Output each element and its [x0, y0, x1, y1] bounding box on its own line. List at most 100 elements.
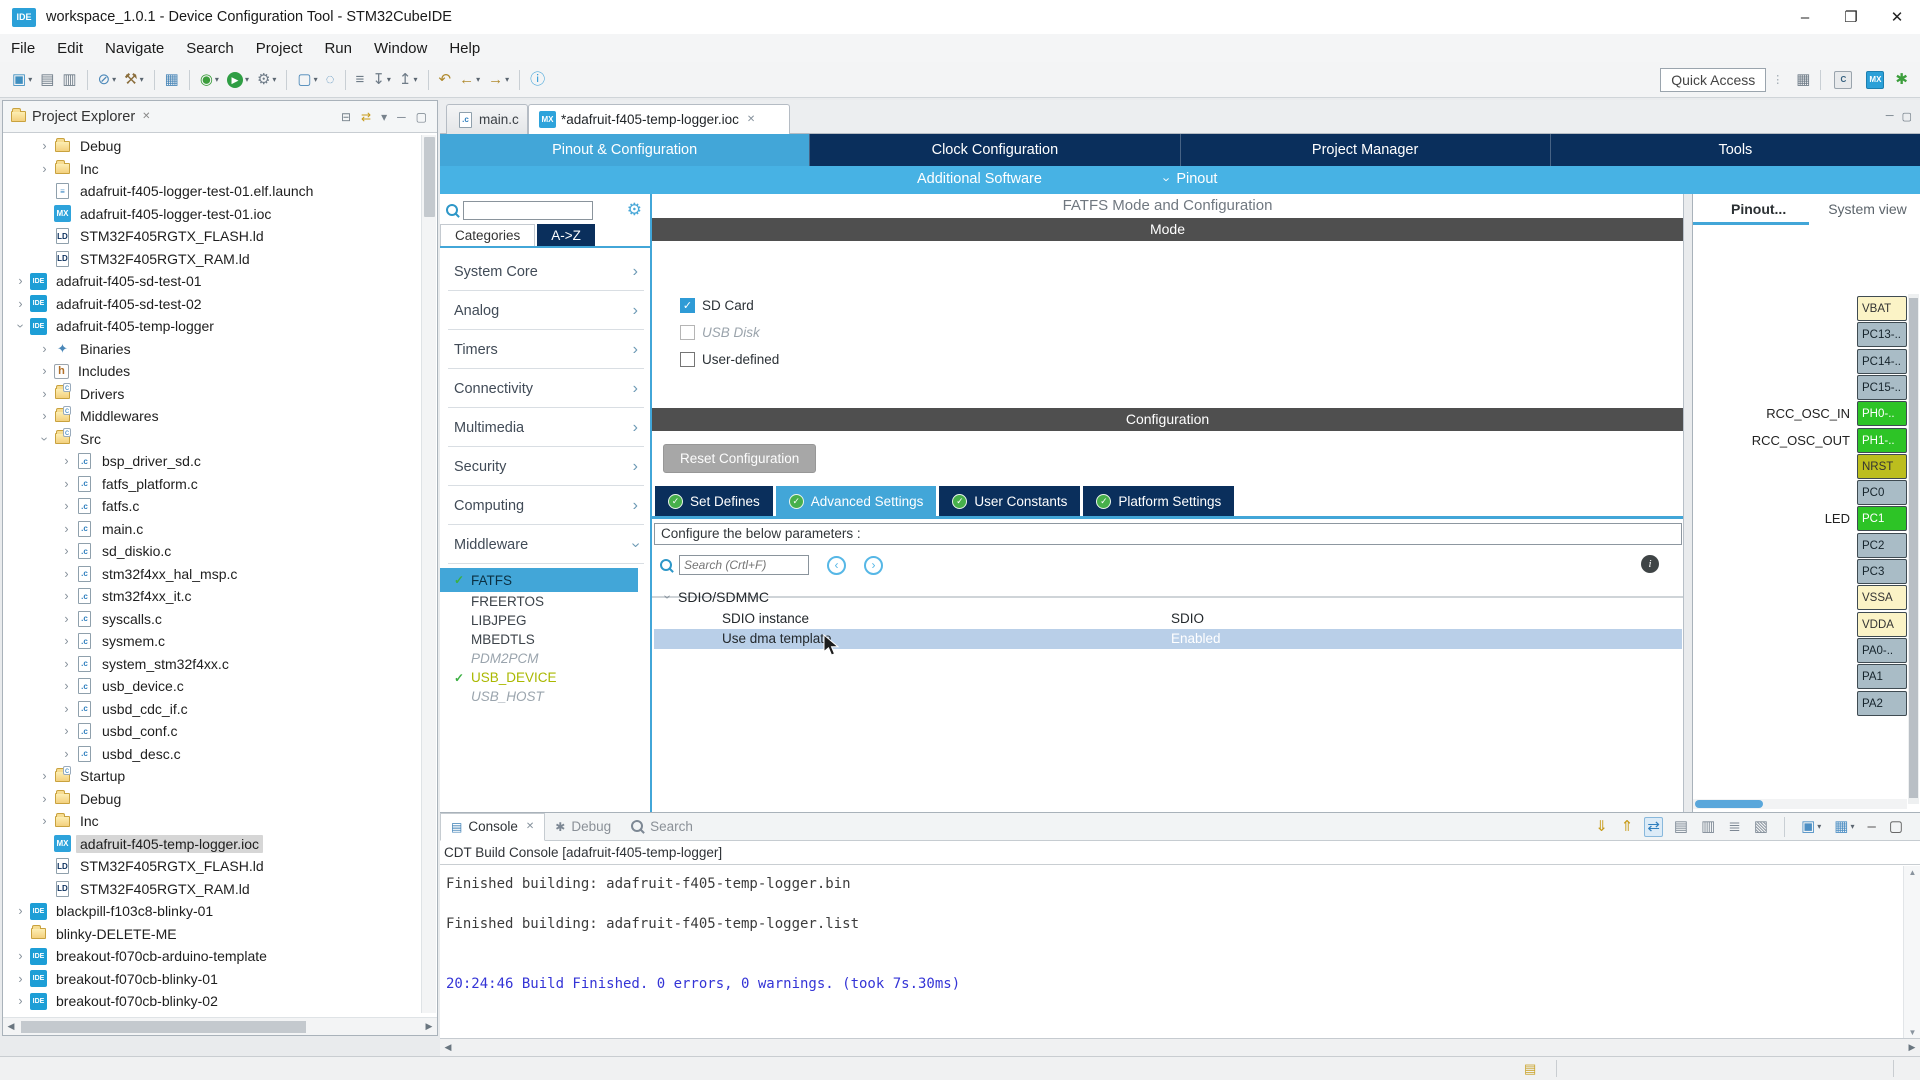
- pin-PH1[interactable]: PH1-..: [1857, 428, 1907, 453]
- tree-item[interactable]: ›IDEadafruit-f405-sd-test-01: [3, 270, 421, 293]
- tree-item[interactable]: ›IDEbreakout-f070cb-arduino-template: [3, 945, 421, 968]
- tree-item[interactable]: ›.csyscalls.c: [3, 608, 421, 631]
- pin-PA1[interactable]: PA1: [1857, 664, 1907, 689]
- expander-icon[interactable]: ›: [13, 274, 28, 288]
- tree-item[interactable]: ≡adafruit-f405-logger-test-01.elf.launch: [3, 180, 421, 203]
- tree-item[interactable]: ›IDEadafruit-f405-temp-logger: [3, 315, 421, 338]
- expander-icon[interactable]: ›: [59, 477, 74, 491]
- console-vertical-scrollbar[interactable]: ▲ ▼: [1903, 866, 1920, 1039]
- expander-icon[interactable]: ›: [59, 522, 74, 536]
- tree-item[interactable]: MXadafruit-f405-logger-test-01.ioc: [3, 203, 421, 226]
- console-output[interactable]: Finished building: adafruit-f405-temp-lo…: [440, 866, 1902, 1039]
- scroll-left-icon[interactable]: ◀: [440, 1042, 456, 1053]
- tab-pinout[interactable]: Pinout...: [1731, 201, 1786, 217]
- maximize-editor-icon[interactable]: ▢: [1902, 110, 1912, 123]
- tree-item[interactable]: ›.cusbd_cdc_if.c: [3, 698, 421, 721]
- config-tab-project-manager[interactable]: Project Manager: [1180, 134, 1550, 166]
- settings-tab-advanced-settings[interactable]: ✓Advanced Settings: [776, 486, 937, 516]
- save-all-icon[interactable]: ▥: [59, 70, 79, 90]
- show-console-stderr-icon[interactable]: ▥: [1699, 818, 1717, 836]
- checkbox[interactable]: [680, 325, 695, 340]
- tree-item[interactable]: ›.cstm32f4xx_hal_msp.c: [3, 563, 421, 586]
- middleware-libjpeg[interactable]: LIBJPEG: [440, 611, 652, 630]
- pin-PC13[interactable]: PC13-..: [1857, 322, 1907, 347]
- minimize-view-icon[interactable]: ─: [397, 110, 406, 124]
- expander-icon[interactable]: ›: [37, 409, 52, 423]
- toggle-mark-occurrences-icon[interactable]: ≡: [353, 70, 368, 90]
- menu-run[interactable]: Run: [313, 37, 363, 60]
- category-computing[interactable]: Computing›: [440, 486, 652, 525]
- open-perspective-icon[interactable]: ▦: [1793, 70, 1813, 90]
- mode-option-user-defined[interactable]: User-defined: [680, 352, 779, 367]
- previous-annotation-icon[interactable]: ↥▾: [396, 70, 421, 90]
- info-icon[interactable]: i: [1641, 555, 1659, 573]
- cpp-perspective-icon[interactable]: C: [1828, 69, 1858, 91]
- tree-item[interactable]: ›Startup: [3, 765, 421, 788]
- parameter-value[interactable]: Enabled: [1171, 631, 1221, 646]
- tree-item[interactable]: ›Debug: [3, 788, 421, 811]
- tab-system-view[interactable]: System view: [1828, 201, 1907, 217]
- search-toolbar-icon[interactable]: ◌: [323, 70, 338, 90]
- pin-PC0[interactable]: PC0: [1857, 480, 1907, 505]
- view-menu-icon[interactable]: ▾: [381, 110, 387, 124]
- forward-icon[interactable]: →▾: [485, 70, 512, 90]
- tree-item[interactable]: ›.cbsp_driver_sd.c: [3, 450, 421, 473]
- pin-PA2[interactable]: PA2: [1857, 691, 1907, 716]
- expander-icon[interactable]: ›: [37, 814, 52, 828]
- scrollbar-thumb[interactable]: [21, 1021, 306, 1033]
- tree-item[interactable]: ›.cusbd_desc.c: [3, 743, 421, 766]
- parameter-row[interactable]: SDIO instanceSDIO: [654, 609, 1682, 629]
- debug-perspective-icon[interactable]: ✱: [1892, 70, 1911, 90]
- expander-icon[interactable]: ›: [59, 454, 74, 468]
- parameter-row[interactable]: Use dma templateEnabled: [654, 629, 1682, 649]
- debug-icon[interactable]: ◉▾: [197, 70, 222, 90]
- tree-item[interactable]: ›IDEbreakout-f070cb-blinky-02: [3, 990, 421, 1013]
- tree-item[interactable]: ›IDEadafruit-f405-sd-test-02: [3, 293, 421, 316]
- expander-icon[interactable]: ›: [59, 747, 74, 761]
- info-toolbar-icon[interactable]: ⓘ: [527, 70, 548, 90]
- menu-project[interactable]: Project: [245, 37, 314, 60]
- config-tab-pinout-configuration[interactable]: Pinout & Configuration: [440, 134, 809, 166]
- console-tab-search[interactable]: Search: [621, 813, 703, 841]
- expander-icon[interactable]: ›: [59, 724, 74, 738]
- tree-item[interactable]: LDSTM32F405RGTX_FLASH.ld: [3, 855, 421, 878]
- link-with-editor-icon[interactable]: ⇄: [361, 110, 371, 124]
- expander-icon[interactable]: ›: [37, 162, 52, 176]
- gear-icon[interactable]: ⚙: [627, 200, 652, 220]
- expander-icon[interactable]: ›: [37, 387, 52, 401]
- category-middleware[interactable]: Middleware›: [440, 525, 652, 564]
- pin-PC2[interactable]: PC2: [1857, 533, 1907, 558]
- settings-tab-platform-settings[interactable]: ✓Platform Settings: [1083, 486, 1234, 516]
- middleware-fatfs[interactable]: ✓FATFS: [440, 568, 638, 592]
- external-tools-icon[interactable]: ⚙▾: [254, 70, 279, 90]
- scroll-lock-icon[interactable]: ⇓: [1593, 818, 1610, 836]
- pin-PC1[interactable]: PC1: [1857, 506, 1907, 531]
- pin-console-icon[interactable]: ⇄: [1644, 817, 1663, 837]
- quick-access-button[interactable]: Quick Access: [1660, 68, 1766, 92]
- open-console-icon[interactable]: ▦▾: [1832, 818, 1856, 836]
- maximize-console-icon[interactable]: ▢: [1887, 818, 1905, 836]
- components-tab-categories[interactable]: Categories: [440, 224, 535, 246]
- middleware-usb_host[interactable]: USB_HOST: [440, 687, 652, 706]
- tree-item[interactable]: ›IDEbreakout-f070cb-blinky-01: [3, 968, 421, 991]
- tree-item[interactable]: ›Middlewares: [3, 405, 421, 428]
- expander-icon[interactable]: ›: [37, 139, 52, 153]
- close-tab-icon[interactable]: ✕: [747, 114, 755, 125]
- expander-icon[interactable]: ›: [38, 431, 52, 446]
- category-security[interactable]: Security›: [440, 447, 652, 486]
- panel-sash[interactable]: [1685, 194, 1692, 812]
- expander-icon[interactable]: ›: [59, 634, 74, 648]
- category-analog[interactable]: Analog›: [440, 291, 652, 330]
- pinout-horizontal-scrollbar[interactable]: [1693, 799, 1907, 809]
- scroll-right-icon[interactable]: ▶: [1904, 1042, 1920, 1053]
- expander-icon[interactable]: ›: [13, 904, 28, 918]
- skip-breakpoints-icon[interactable]: ⊘▾: [95, 70, 120, 90]
- editor-tab[interactable]: MX*adafruit-f405-temp-logger.ioc✕: [528, 104, 790, 134]
- tree-item[interactable]: ›Debug: [3, 135, 421, 158]
- expander-icon[interactable]: ›: [14, 319, 28, 334]
- build-icon[interactable]: ⚒▾: [121, 70, 146, 90]
- pin-VSSA[interactable]: VSSA: [1857, 585, 1907, 610]
- parameter-search-input[interactable]: [679, 555, 809, 575]
- scroll-left-icon[interactable]: ◀: [3, 1021, 19, 1032]
- additional-software-button[interactable]: Additional Software: [917, 171, 1042, 187]
